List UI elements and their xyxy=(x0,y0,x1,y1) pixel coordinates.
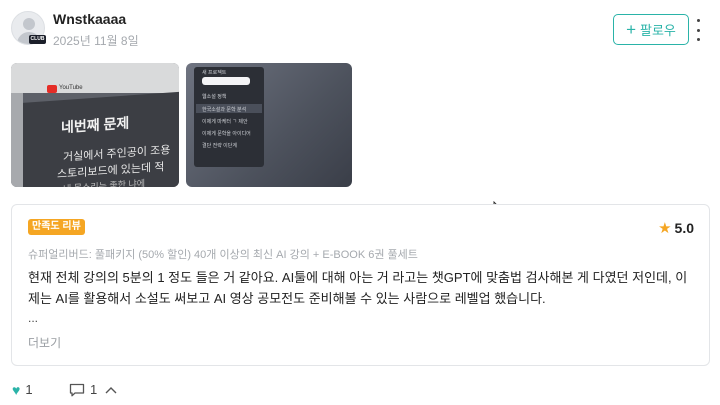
menu-item: 웹소설 정책 xyxy=(202,94,227,100)
review-photo-2[interactable]: 새 프로젝트 웹소설 정책 한국소설과 문학 분석 이제게 마케터 ㄱ 제안 이… xyxy=(186,63,352,187)
rating: ★ 5.0 xyxy=(658,220,694,236)
review-card: 만족도 리뷰 ★ 5.0 슈퍼얼리버드: 풀패키지 (50% 할인) 40개 이… xyxy=(11,204,710,366)
menu-header: 새 프로젝트 xyxy=(202,70,227,76)
menu-item: 한국소설과 문학 분석 xyxy=(202,107,247,113)
dot xyxy=(696,38,700,41)
youtube-label: YouTube xyxy=(59,85,83,91)
show-more-link[interactable]: 더보기 xyxy=(28,334,61,351)
like-count: 1 xyxy=(25,382,33,397)
post-date: 2025년 11월 8일 xyxy=(53,34,139,48)
browser-sidebar xyxy=(11,93,23,187)
review-ellipsis: ... xyxy=(28,311,39,325)
star-icon: ★ xyxy=(658,219,672,237)
dot xyxy=(696,19,700,22)
club-badge: CLUB xyxy=(29,35,46,44)
dot xyxy=(696,28,700,32)
product-name[interactable]: 슈퍼얼리버드: 풀패키지 (50% 할인) 40개 이상의 최신 AI 강의 +… xyxy=(28,246,418,262)
comment-button[interactable]: 1 xyxy=(69,382,117,397)
youtube-logo-icon xyxy=(47,85,57,93)
plus-icon: + xyxy=(626,20,637,39)
menu-item: 결단 전략 이단계 xyxy=(202,143,237,149)
like-button[interactable]: ♥ 1 xyxy=(12,382,33,397)
rating-score: 5.0 xyxy=(674,220,694,236)
comment-count: 1 xyxy=(90,382,98,397)
follow-button-label: 팔로우 xyxy=(640,23,676,38)
comment-icon xyxy=(69,383,85,396)
more-options-icon[interactable] xyxy=(695,19,701,41)
menu-item: 이제게 마케터 ㄱ 제안 xyxy=(202,119,248,125)
review-text: 현재 전체 강의의 5분의 1 정도 들은 거 같아요. AI툴에 대해 아는 … xyxy=(28,270,688,306)
follow-button[interactable]: + 팔로우 xyxy=(613,14,689,45)
redacted-block xyxy=(202,77,250,85)
review-photo-1[interactable]: YouTube 네번째 문제 거실에서 주인공이 조용 스토리보드에 있는데 적… xyxy=(11,63,179,187)
author-name[interactable]: Wnstkaaaa xyxy=(53,11,126,27)
satisfaction-badge: 만족도 리뷰 xyxy=(28,219,85,235)
browser-toolbar xyxy=(11,63,179,93)
chevron-up-icon[interactable] xyxy=(105,385,117,395)
avatar-head-shape xyxy=(23,18,35,30)
menu-item: 이제게 문학을 아이디어 xyxy=(202,131,251,137)
heart-icon: ♥ xyxy=(12,381,21,398)
